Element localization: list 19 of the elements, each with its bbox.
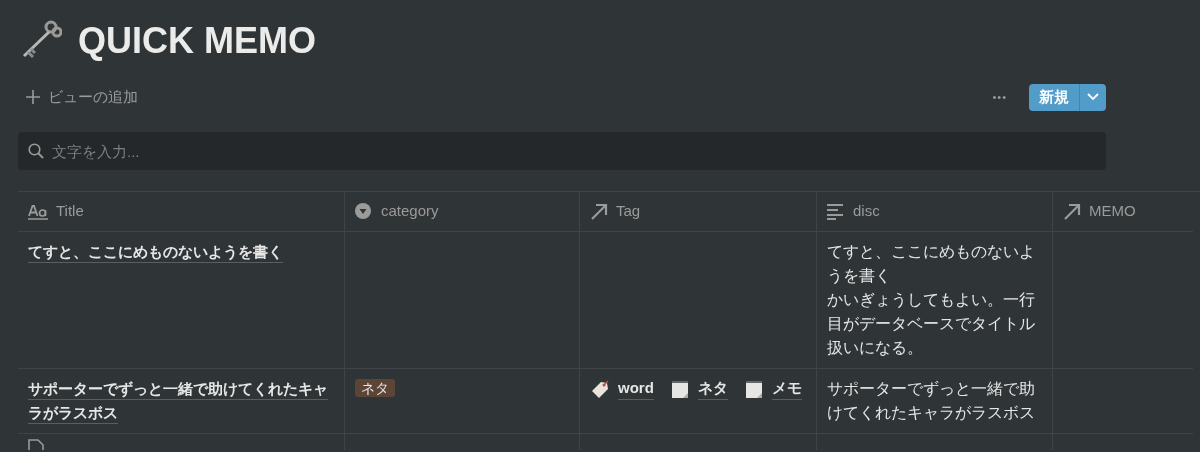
row-title[interactable]: サポーターでずっと一緒で助けてくれたキャラがラスボス — [28, 377, 334, 425]
column-header[interactable]: category — [381, 200, 439, 223]
search-field[interactable]: 文字を入力... — [18, 132, 1106, 170]
column-header[interactable]: Title — [56, 200, 84, 223]
add-view-button[interactable]: ビューの追加 — [18, 85, 138, 109]
page-title: QUICK MEMO — [78, 18, 316, 62]
column-header[interactable]: Tag — [616, 200, 641, 223]
description-text: かいぎょうしてもよい。一行目がデータベースでタイトル扱いになる。 — [827, 290, 1036, 358]
new-button[interactable]: 新規 — [1029, 83, 1079, 111]
tag-link[interactable]: ネタ — [697, 377, 728, 400]
tag-link[interactable]: メモ — [771, 377, 802, 400]
more-button[interactable]: ••• — [986, 87, 1013, 107]
description-text: てすと、ここにめものないようを書く — [827, 242, 1036, 286]
column-header[interactable]: MEMO — [1089, 200, 1136, 223]
description-text: サポーターでずっと一緒で助けてくれたキャラがラスボス — [827, 379, 1036, 423]
tag-link[interactable]: word — [618, 377, 654, 400]
row-title[interactable]: てすと、ここにめものないようを書く — [28, 240, 334, 264]
column-header[interactable]: disc — [853, 200, 880, 223]
category-tag: ネタ — [355, 379, 395, 397]
